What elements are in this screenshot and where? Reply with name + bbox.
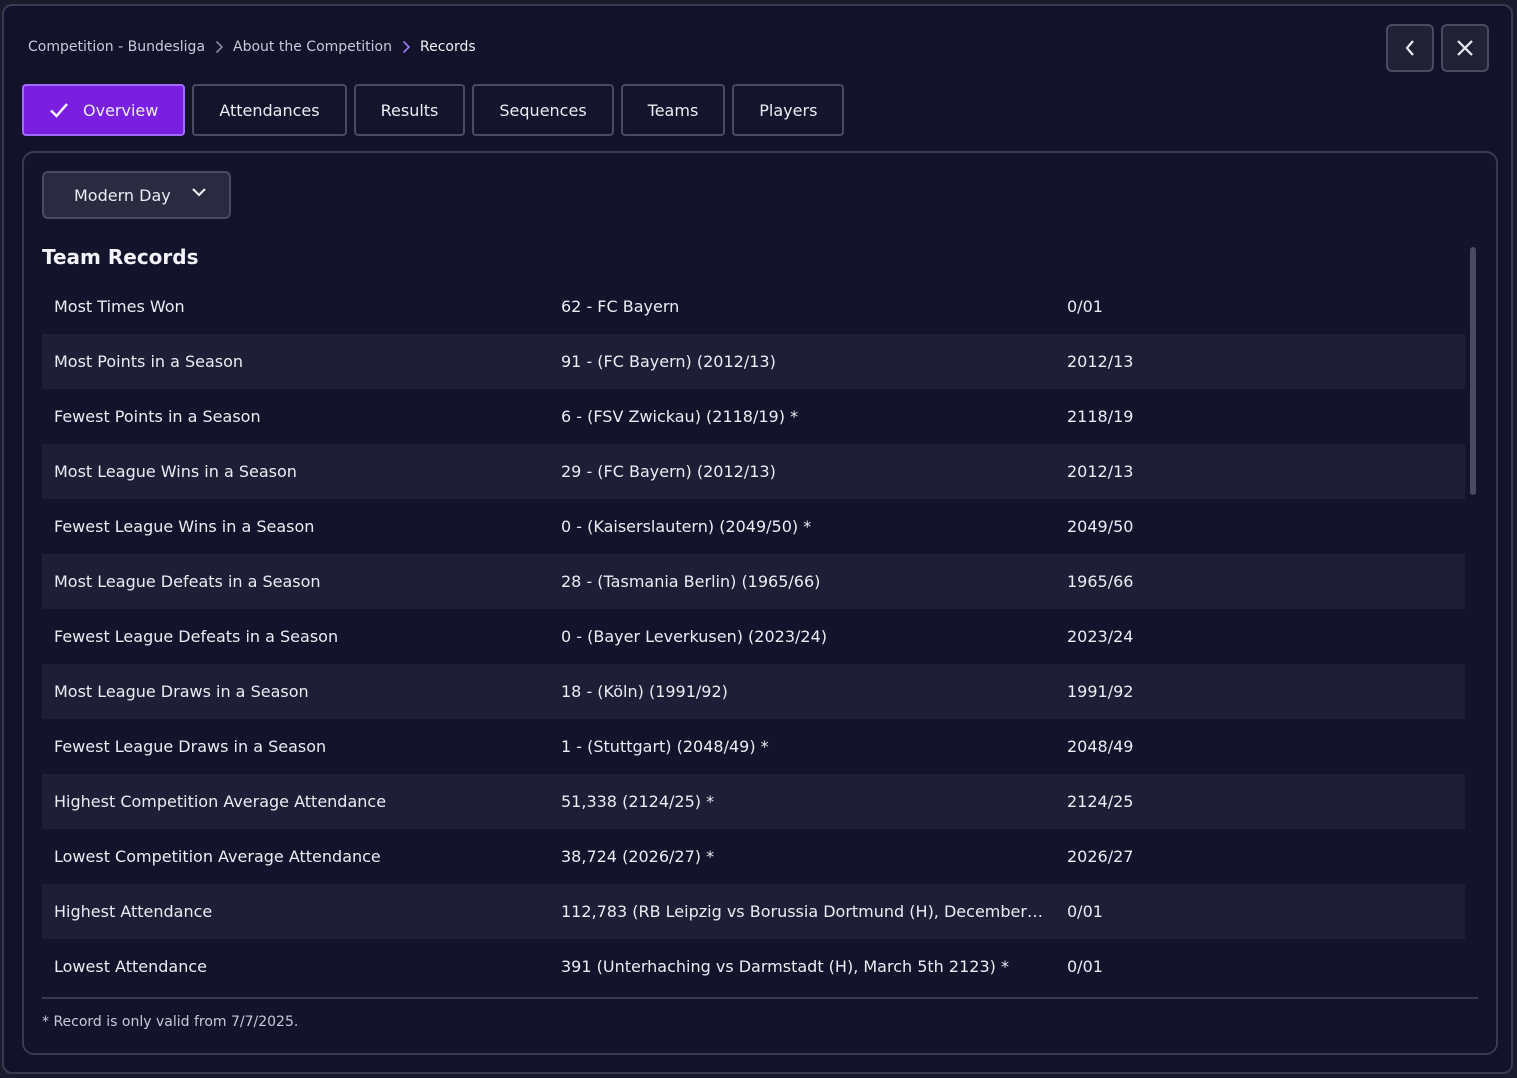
tab-label: Sequences	[499, 100, 587, 120]
record-season: 2124/25	[1067, 792, 1134, 811]
tab-sequences[interactable]: Sequences	[472, 84, 614, 136]
record-name: Highest Attendance	[54, 902, 213, 921]
tab-overview[interactable]: Overview	[22, 84, 186, 136]
record-name: Fewest League Wins in a Season	[54, 517, 315, 536]
record-season: 2026/27	[1067, 847, 1134, 866]
chevron-left-icon	[1404, 39, 1416, 57]
record-name: Fewest League Defeats in a Season	[54, 627, 339, 646]
chevron-right-icon	[402, 40, 411, 54]
table-row[interactable]: Highest Attendance 112,783 (RB Leipzig vs…	[42, 884, 1465, 939]
record-name: Fewest Points in a Season	[54, 407, 261, 426]
breadcrumb-item-competition[interactable]: Competition - Bundesliga	[28, 39, 205, 55]
scrollbar[interactable]	[1470, 247, 1476, 495]
section-title: Team Records	[42, 245, 199, 269]
divider	[42, 997, 1478, 999]
table-row[interactable]: Fewest Points in a Season 6 - (FSV Zwicka…	[42, 389, 1465, 444]
back-button[interactable]	[1386, 24, 1434, 72]
tab-teams[interactable]: Teams	[620, 84, 726, 136]
table-row[interactable]: Lowest Attendance 391 (Unterhaching vs Da…	[42, 939, 1465, 994]
check-icon	[49, 102, 69, 118]
chevron-right-icon	[215, 40, 224, 54]
table-row[interactable]: Most Times Won 62 - FC Bayern 0/01	[42, 279, 1465, 334]
close-button[interactable]	[1441, 24, 1489, 72]
record-value: 91 - (FC Bayern) (2012/13)	[561, 352, 776, 371]
table-row[interactable]: Fewest League Defeats in a Season 0 - (Ba…	[42, 609, 1465, 664]
record-name: Lowest Attendance	[54, 957, 207, 976]
record-value: 62 - FC Bayern	[561, 297, 680, 316]
table-row[interactable]: Most Points in a Season 91 - (FC Bayern) …	[42, 334, 1465, 389]
record-season: 2118/19	[1067, 407, 1134, 426]
record-value: 391 (Unterhaching vs Darmstadt (H), Marc…	[561, 957, 1009, 976]
record-season: 0/01	[1067, 297, 1103, 316]
record-value: 0 - (Kaiserslautern) (2049/50) *	[561, 517, 812, 536]
tab-label: Overview	[83, 100, 159, 120]
breadcrumb: Competition - Bundesliga About the Compe…	[28, 36, 476, 58]
record-value: 6 - (FSV Zwickau) (2118/19) *	[561, 407, 799, 426]
record-value: 28 - (Tasmania Berlin) (1965/66)	[561, 572, 821, 591]
record-value: 38,724 (2026/27) *	[561, 847, 715, 866]
record-name: Most League Wins in a Season	[54, 462, 297, 481]
table-row[interactable]: Most League Wins in a Season 29 - (FC Bay…	[42, 444, 1465, 499]
record-value: 51,338 (2124/25) *	[561, 792, 715, 811]
record-name: Highest Competition Average Attendance	[54, 792, 387, 811]
table-row[interactable]: Fewest League Draws in a Season 1 - (Stut…	[42, 719, 1465, 774]
records-table: Most Times Won 62 - FC Bayern 0/01 Most Poi…	[42, 279, 1465, 994]
table-row[interactable]: Most League Draws in a Season 18 - (Köln)…	[42, 664, 1465, 719]
record-season: 2049/50	[1067, 517, 1134, 536]
table-row[interactable]: Highest Competition Average Attendance 51…	[42, 774, 1465, 829]
tab-label: Teams	[647, 100, 699, 120]
table-row[interactable]: Lowest Competition Average Attendance 38,…	[42, 829, 1465, 884]
record-value: 18 - (Köln) (1991/92)	[561, 682, 728, 701]
tab-results[interactable]: Results	[353, 84, 466, 136]
record-season: 1965/66	[1067, 572, 1134, 591]
record-name: Fewest League Draws in a Season	[54, 737, 327, 756]
record-value: 1 - (Stuttgart) (2048/49) *	[561, 737, 769, 756]
record-season: 0/01	[1067, 902, 1103, 921]
record-season: 2012/13	[1067, 352, 1134, 371]
record-name: Most League Draws in a Season	[54, 682, 309, 701]
tab-bar: Overview Attendances Results Sequences T…	[22, 84, 845, 136]
record-name: Most Times Won	[54, 297, 185, 316]
tab-label: Attendances	[219, 100, 320, 120]
breadcrumb-item-about[interactable]: About the Competition	[233, 39, 392, 55]
record-season: 2012/13	[1067, 462, 1134, 481]
table-row[interactable]: Most League Defeats in a Season 28 - (Tas…	[42, 554, 1465, 609]
record-season: 2048/49	[1067, 737, 1134, 756]
records-window: Competition - Bundesliga About the Compe…	[2, 4, 1513, 1074]
record-season: 0/01	[1067, 957, 1103, 976]
record-name: Most League Defeats in a Season	[54, 572, 321, 591]
tab-label: Players	[759, 100, 818, 120]
tab-players[interactable]: Players	[732, 84, 845, 136]
table-row[interactable]: Fewest League Wins in a Season 0 - (Kaise…	[42, 499, 1465, 554]
record-season: 1991/92	[1067, 682, 1134, 701]
records-panel: Modern Day Team Records Most Times Won 62…	[22, 151, 1498, 1055]
tab-label: Results	[380, 100, 439, 120]
tab-attendances[interactable]: Attendances	[192, 84, 347, 136]
close-icon	[1456, 39, 1474, 57]
era-dropdown[interactable]: Modern Day	[42, 171, 231, 219]
record-value: 112,783 (RB Leipzig vs Borussia Dortmund…	[561, 902, 1055, 921]
record-value: 0 - (Bayer Leverkusen) (2023/24)	[561, 627, 828, 646]
record-value: 29 - (FC Bayern) (2012/13)	[561, 462, 776, 481]
breadcrumb-item-records: Records	[419, 39, 476, 55]
chevron-down-icon	[191, 187, 207, 197]
footnote: * Record is only valid from 7/7/2025.	[42, 1014, 299, 1030]
era-dropdown-value: Modern Day	[74, 185, 171, 205]
record-season: 2023/24	[1067, 627, 1134, 646]
record-name: Lowest Competition Average Attendance	[54, 847, 381, 866]
record-name: Most Points in a Season	[54, 352, 244, 371]
